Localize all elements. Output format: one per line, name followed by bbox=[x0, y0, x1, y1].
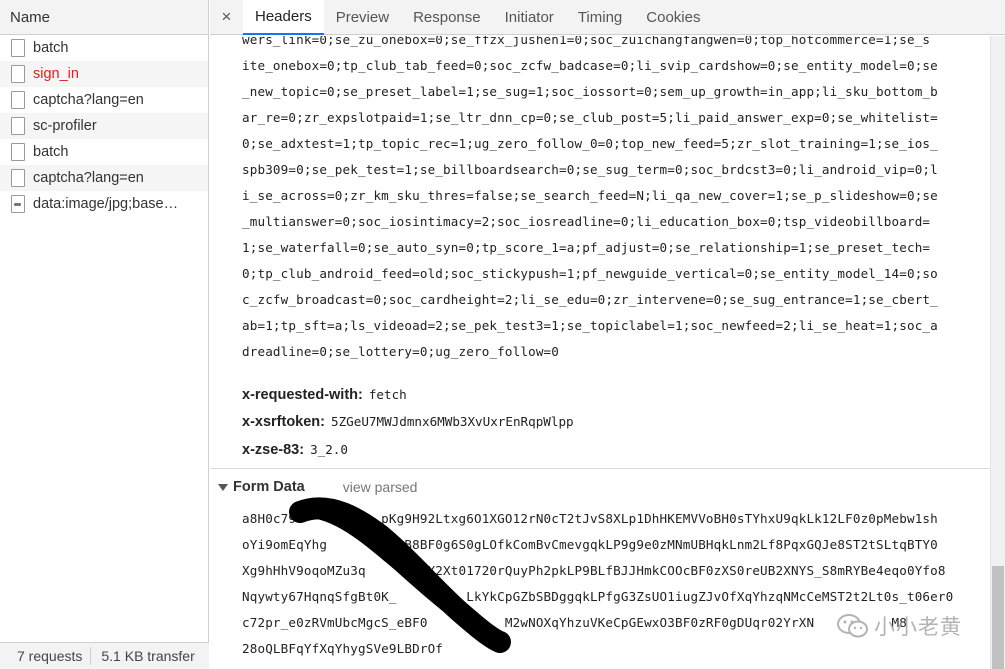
request-row[interactable]: batch bbox=[0, 35, 208, 61]
tab-initiator[interactable]: Initiator bbox=[493, 0, 566, 34]
file-icon bbox=[11, 91, 25, 109]
request-row[interactable]: batch bbox=[0, 139, 208, 165]
network-status-bar: 7 requests 5.1 KB transfer bbox=[0, 642, 209, 669]
request-row[interactable]: data:image/jpg;base… bbox=[0, 191, 208, 217]
close-icon[interactable]: × bbox=[210, 0, 243, 34]
tab-timing[interactable]: Timing bbox=[566, 0, 634, 34]
request-row[interactable]: captcha?lang=en bbox=[0, 87, 208, 113]
triangle-down-icon[interactable] bbox=[218, 483, 228, 491]
header-value: fetch bbox=[368, 387, 407, 402]
request-name: sign_in bbox=[33, 66, 79, 82]
request-name: batch bbox=[33, 40, 69, 56]
file-icon bbox=[11, 39, 25, 57]
form-data-line: Xg9hHhV9oqoMZu3q FX2Xt01720rQuyPh2pkLP9B… bbox=[242, 563, 946, 578]
request-name: data:image/jpg;base… bbox=[33, 196, 179, 212]
request-detail-panel: × Headers Preview Response Initiator Timing C… bbox=[210, 0, 1005, 669]
cookie-line: ite_onebox=0;tp_club_tab_feed=0;soc_zcfw… bbox=[242, 58, 938, 73]
header-key: x-zse-83: bbox=[242, 442, 305, 458]
name-column-header[interactable]: Name bbox=[0, 0, 208, 35]
request-row[interactable]: captcha?lang=en bbox=[0, 165, 208, 191]
request-count: 7 requests bbox=[17, 648, 83, 664]
request-list: batch sign_in captcha?lang=en sc-profiler ba… bbox=[0, 35, 208, 217]
tab-preview[interactable]: Preview bbox=[324, 0, 401, 34]
request-name: batch bbox=[33, 144, 69, 160]
view-parsed-link[interactable]: view parsed bbox=[343, 475, 418, 499]
cookie-line: _multianswer=0;soc_iosintimacy=2;soc_ios… bbox=[242, 214, 931, 229]
headers-content: wers_link=0;se_zu_onebox=0;se_ffzx_jushe… bbox=[210, 36, 990, 669]
request-row[interactable]: sign_in bbox=[0, 61, 208, 87]
tab-response[interactable]: Response bbox=[401, 0, 493, 34]
header-value: 5ZGeU7MWJdmnx6MWb3XvUxrEnRqpWlpp bbox=[331, 414, 574, 429]
form-data-line: a8H0c79 LF0z_pKg9H92Ltxg6O1XGO12rN0cT2tJ… bbox=[242, 511, 938, 526]
request-row[interactable]: sc-profiler bbox=[0, 113, 208, 139]
vertical-scrollbar[interactable] bbox=[990, 36, 1005, 669]
cookie-line: ar_re=0;zr_expslotpaid=1;se_ltr_dnn_cp=0… bbox=[242, 110, 938, 125]
header-key: x-xsrftoken: bbox=[242, 414, 325, 430]
file-icon bbox=[11, 143, 25, 161]
header-row-x-zse-83: x-zse-83: 3_2.0 bbox=[242, 436, 348, 462]
tab-headers[interactable]: Headers bbox=[243, 0, 324, 35]
header-row-x-requested-with: x-requested-with: fetch bbox=[242, 381, 407, 407]
file-icon bbox=[11, 117, 25, 135]
cookie-line: 0;tp_club_android_feed=old;soc_stickypus… bbox=[242, 266, 938, 281]
file-icon bbox=[11, 65, 25, 83]
cookie-line: _new_topic=0;se_preset_label=1;se_sug=1;… bbox=[242, 84, 938, 99]
form-data-section-header[interactable]: Form Data view parsed bbox=[218, 475, 417, 499]
form-data-title: Form Data bbox=[233, 479, 305, 495]
watermark: 小小老黄 bbox=[836, 611, 962, 641]
request-name: captcha?lang=en bbox=[33, 170, 144, 186]
header-value: 3_2.0 bbox=[310, 442, 348, 457]
cookie-line: 0;se_adxtest=1;tp_topic_rec=1;ug_zero_fo… bbox=[242, 136, 938, 151]
transfer-size: 5.1 KB transfer bbox=[101, 648, 195, 664]
cookie-header-value: wers_link=0;se_zu_onebox=0;se_ffzx_jushe… bbox=[242, 36, 987, 365]
scrollbar-thumb[interactable] bbox=[992, 566, 1004, 669]
image-file-icon bbox=[11, 195, 25, 213]
request-list-panel: Name batch sign_in captcha?lang=en sc-profi… bbox=[0, 0, 209, 669]
cookie-line: dreadline=0;se_lottery=0;ug_zero_follow=… bbox=[242, 344, 560, 359]
request-name: sc-profiler bbox=[33, 118, 97, 134]
section-divider bbox=[210, 468, 990, 469]
header-key: x-requested-with: bbox=[242, 387, 363, 403]
detail-tab-bar: × Headers Preview Response Initiator Timing C… bbox=[210, 0, 1005, 35]
cookie-line: 1;se_waterfall=0;se_auto_syn=0;tp_score_… bbox=[242, 240, 931, 255]
tab-list: Headers Preview Response Initiator Timing Coo… bbox=[243, 0, 712, 35]
cookie-line: ab=1;tp_sft=a;ls_videoad=2;se_pek_test3=… bbox=[242, 318, 938, 333]
tab-cookies[interactable]: Cookies bbox=[634, 0, 712, 34]
header-row-x-xsrftoken: x-xsrftoken: 5ZGeU7MWJdmnx6MWb3XvUxrEnRqp… bbox=[242, 408, 574, 434]
form-data-line: Nqywty67HqnqSfgBt0K_ LkYkCpGZbSBDggqkLPf… bbox=[242, 589, 954, 604]
wechat-logo-icon bbox=[837, 614, 868, 638]
cookie-line: c_zcfw_broadcast=0;soc_cardheight=2;li_s… bbox=[242, 292, 938, 307]
form-data-line: oYi9omEqYhg BOB8BF0g6S0gLOfkComBvCmevgqk… bbox=[242, 537, 938, 552]
cookie-line: spb309=0;se_pek_test=1;se_billboardsearc… bbox=[242, 162, 938, 177]
request-name: captcha?lang=en bbox=[33, 92, 144, 108]
cookie-line: wers_link=0;se_zu_onebox=0;se_ffzx_jushe… bbox=[242, 36, 931, 47]
watermark-text: 小小老黄 bbox=[874, 615, 962, 639]
file-icon bbox=[11, 169, 25, 187]
cookie-line: i_se_across=0;zr_km_sku_thres=false;se_s… bbox=[242, 188, 938, 203]
